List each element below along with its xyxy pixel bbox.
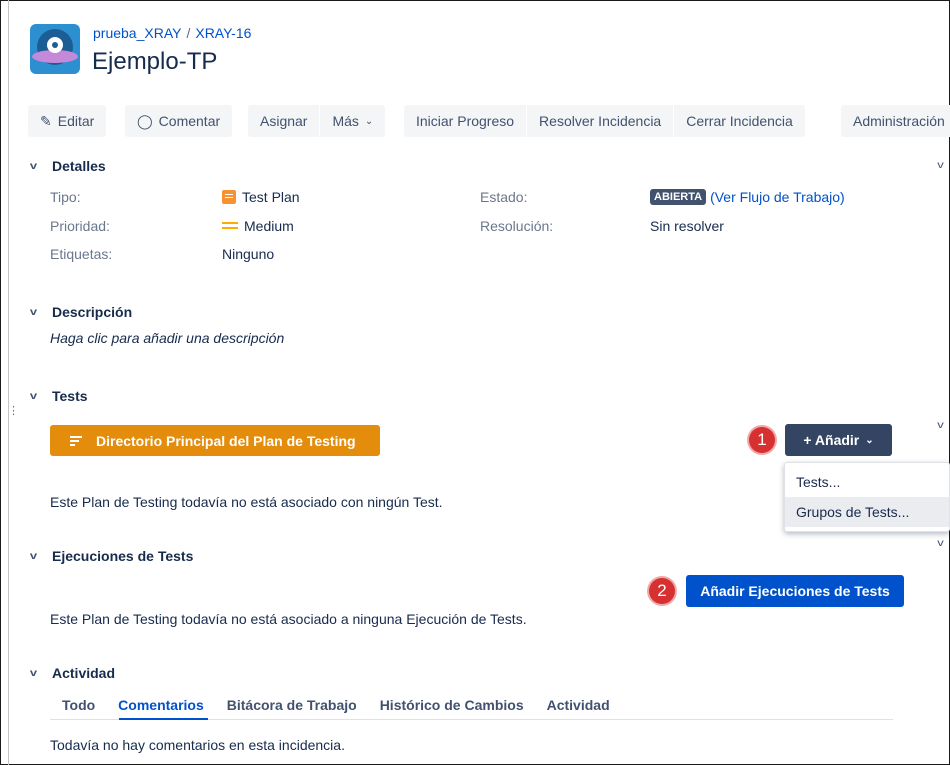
chevron-down-icon: ⌄ bbox=[865, 434, 874, 446]
tab-activity[interactable]: Actividad bbox=[547, 697, 610, 713]
view-workflow-link[interactable]: (Ver Flujo de Trabajo) bbox=[710, 189, 845, 205]
activity-section-header[interactable]: v Actividad bbox=[29, 665, 116, 681]
priority-value-text: Medium bbox=[244, 218, 294, 234]
chevron-down-icon: v bbox=[29, 550, 38, 562]
edit-button[interactable]: ✎ Editar bbox=[28, 105, 107, 137]
project-avatar-icon[interactable] bbox=[30, 24, 80, 74]
tab-comments[interactable]: Comentarios bbox=[118, 697, 204, 713]
breadcrumb-separator: / bbox=[186, 25, 191, 41]
resolution-label: Resolución: bbox=[480, 218, 554, 234]
admin-button[interactable]: Administración bbox=[841, 105, 950, 137]
test-plan-icon bbox=[222, 190, 236, 204]
resolve-issue-button[interactable]: Resolver Incidencia bbox=[527, 105, 674, 137]
more-label: Más bbox=[332, 113, 359, 129]
chevron-down-icon[interactable]: v bbox=[937, 160, 944, 171]
type-label: Tipo: bbox=[50, 189, 81, 205]
type-value: Test Plan bbox=[222, 189, 300, 205]
tab-all[interactable]: Todo bbox=[62, 697, 95, 713]
pencil-icon: ✎ bbox=[40, 112, 52, 129]
menu-item-tests[interactable]: Tests... bbox=[785, 467, 949, 497]
chevron-down-icon: ⌄ bbox=[364, 115, 374, 127]
tests-section-header[interactable]: v Tests bbox=[29, 388, 88, 404]
chevron-down-icon: v bbox=[29, 160, 38, 172]
executions-empty-message: Este Plan de Testing todavía no está aso… bbox=[50, 611, 527, 627]
tests-title: Tests bbox=[52, 388, 88, 404]
priority-label: Prioridad: bbox=[50, 218, 110, 234]
comment-button[interactable]: ◯ Comentar bbox=[125, 105, 233, 137]
activity-tabs: Todo Comentarios Bitácora de Trabajo His… bbox=[62, 697, 610, 713]
left-border bbox=[8, 0, 9, 765]
type-value-text: Test Plan bbox=[242, 189, 300, 205]
status-badge: ABIERTA bbox=[650, 189, 707, 205]
status-label: Estado: bbox=[480, 189, 528, 205]
start-progress-button[interactable]: Iniciar Progreso bbox=[404, 105, 527, 137]
edit-label: Editar bbox=[57, 113, 95, 129]
chevron-down-icon[interactable]: v bbox=[937, 420, 944, 431]
assign-button[interactable]: Asignar bbox=[248, 105, 320, 137]
active-tab-indicator bbox=[119, 718, 208, 720]
comment-label: Comentar bbox=[158, 113, 221, 129]
step-badge-1: 1 bbox=[749, 427, 775, 453]
resolution-value: Sin resolver bbox=[650, 218, 724, 234]
details-title: Detalles bbox=[52, 158, 106, 174]
labels-value[interactable]: Ninguno bbox=[222, 246, 274, 262]
add-dropdown-menu: Tests... Grupos de Tests... bbox=[784, 462, 950, 532]
add-tests-button[interactable]: + Añadir ⌄ bbox=[785, 424, 892, 456]
menu-item-test-groups[interactable]: Grupos de Tests... bbox=[785, 497, 949, 527]
chevron-down-icon: v bbox=[29, 306, 38, 318]
activity-title: Actividad bbox=[52, 665, 116, 681]
medium-priority-icon bbox=[222, 221, 238, 231]
description-placeholder[interactable]: Haga clic para añadir una descripción bbox=[50, 330, 284, 346]
step-badge-2: 2 bbox=[649, 578, 675, 604]
description-section-header[interactable]: v Descripción bbox=[29, 304, 133, 320]
labels-label: Etiquetas: bbox=[50, 246, 113, 262]
add-test-executions-button[interactable]: Añadir Ejecuciones de Tests bbox=[686, 575, 904, 607]
more-button[interactable]: Más ⌄ bbox=[320, 105, 386, 137]
breadcrumb-issue-key[interactable]: XRAY-16 bbox=[195, 25, 251, 41]
add-tests-label: + Añadir bbox=[803, 432, 860, 448]
issue-title[interactable]: Ejemplo-TP bbox=[92, 48, 217, 76]
priority-value: Medium bbox=[222, 218, 294, 234]
chevron-down-icon[interactable]: v bbox=[937, 538, 944, 549]
chevron-down-icon: v bbox=[29, 390, 38, 402]
chevron-down-icon: v bbox=[29, 667, 38, 679]
tests-empty-message: Este Plan de Testing todavía no está aso… bbox=[50, 494, 443, 510]
description-title: Descripción bbox=[52, 304, 133, 320]
resize-grip-icon[interactable]: ⋮ bbox=[8, 406, 19, 417]
comments-empty-message: Todavía no hay comentarios en esta incid… bbox=[50, 737, 345, 753]
breadcrumb-project-link[interactable]: prueba_XRAY bbox=[93, 25, 181, 41]
comment-icon: ◯ bbox=[137, 112, 153, 129]
close-issue-button[interactable]: Cerrar Incidencia bbox=[674, 105, 805, 137]
plan-directory-label: Directorio Principal del Plan de Testing bbox=[96, 432, 356, 449]
tab-work-log[interactable]: Bitácora de Trabajo bbox=[227, 697, 357, 713]
details-section-header[interactable]: v Detalles bbox=[29, 158, 106, 174]
tab-history[interactable]: Histórico de Cambios bbox=[380, 697, 524, 713]
executions-title: Ejecuciones de Tests bbox=[52, 548, 194, 564]
breadcrumb: prueba_XRAY / XRAY-16 bbox=[93, 25, 251, 41]
plan-directory-button[interactable]: Directorio Principal del Plan de Testing bbox=[50, 425, 380, 456]
executions-section-header[interactable]: v Ejecuciones de Tests bbox=[29, 548, 194, 564]
directory-icon bbox=[70, 435, 82, 446]
status-value: ABIERTA (Ver Flujo de Trabajo) bbox=[650, 189, 845, 205]
